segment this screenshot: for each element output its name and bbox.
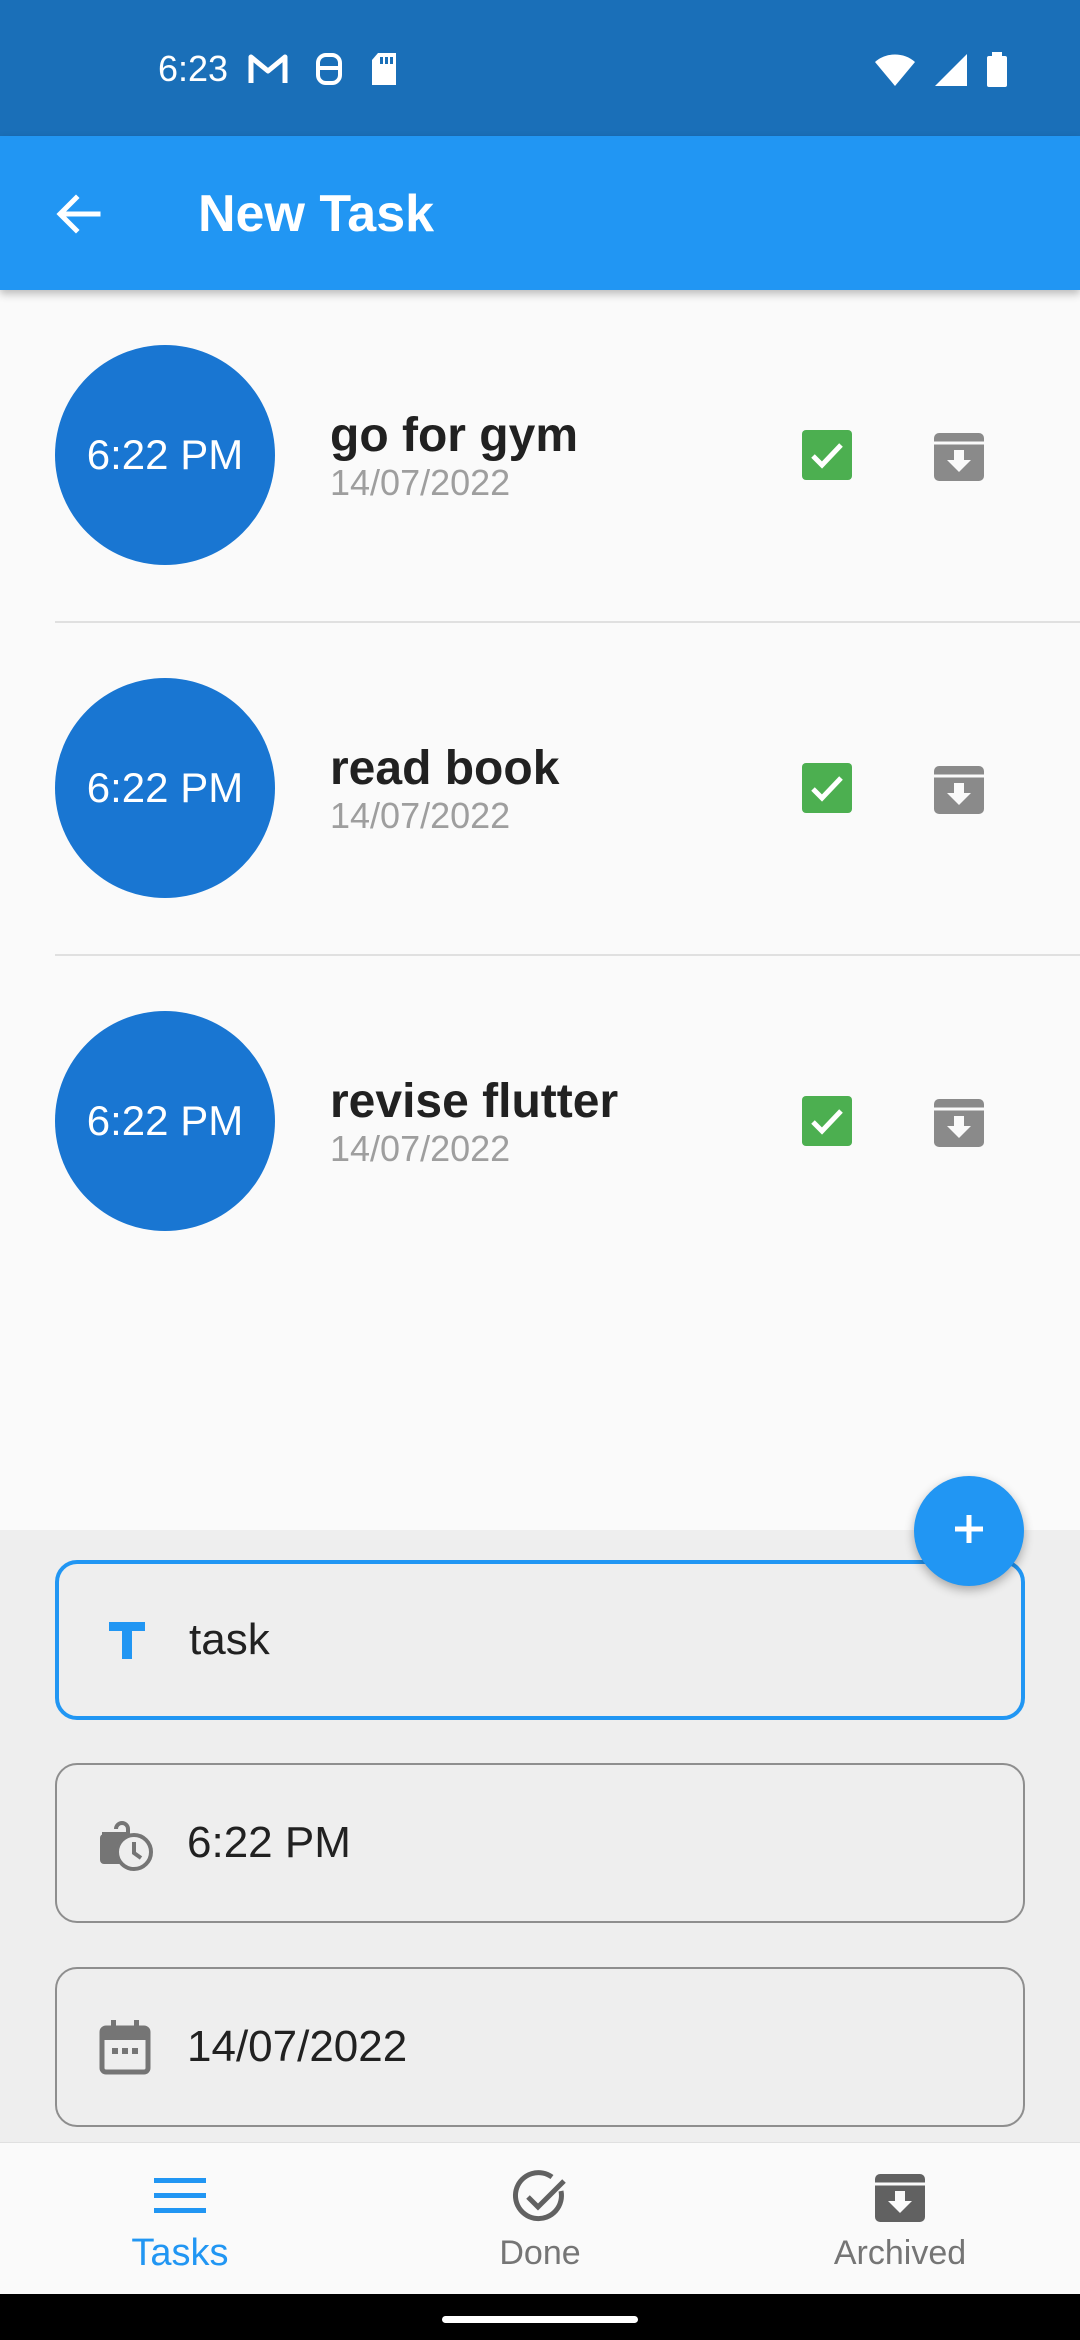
task-time-badge: 6:22 PM <box>55 1011 275 1231</box>
task-item[interactable]: 6:22 PM read book 14/07/2022 <box>0 623 1080 956</box>
task-item[interactable]: 6:22 PM revise flutter 14/07/2022 <box>0 956 1080 1289</box>
gmail-icon <box>248 53 288 90</box>
task-date-field[interactable]: 14/07/2022 <box>55 1967 1025 2127</box>
task-item[interactable]: 6:22 PM go for gym 14/07/2022 <box>0 290 1080 623</box>
nav-tab-tasks[interactable]: Tasks <box>0 2143 360 2295</box>
task-title-input[interactable]: task <box>189 1615 270 1665</box>
task-title: revise flutter <box>330 1075 619 1128</box>
wifi-icon <box>874 53 916 92</box>
archive-icon[interactable] <box>932 763 986 817</box>
check-box-icon[interactable] <box>802 1096 852 1146</box>
status-system-icons <box>874 52 1008 93</box>
title-icon <box>97 1610 157 1670</box>
add-task-button[interactable] <box>914 1476 1024 1586</box>
archive-icon[interactable] <box>932 1096 986 1150</box>
status-bar: 6:23 <box>0 0 1080 136</box>
app-bar: New Task <box>0 136 1080 290</box>
task-time-badge: 6:22 PM <box>55 345 275 565</box>
nav-label-tasks: Tasks <box>131 2231 229 2274</box>
archive-icon <box>868 2166 932 2230</box>
arrow-back-icon[interactable] <box>52 188 104 240</box>
battery-icon <box>986 52 1008 93</box>
task-date: 14/07/2022 <box>330 1128 511 1169</box>
task-list: 6:22 PM go for gym 14/07/2022 6:22 PM re… <box>0 290 1080 1289</box>
calendar-icon <box>95 2017 155 2077</box>
nav-label-archived: Archived <box>833 2233 967 2272</box>
task-title: read book <box>330 742 560 795</box>
task-date-input[interactable]: 14/07/2022 <box>187 2022 407 2072</box>
clock-icon <box>95 1813 155 1873</box>
accessibility-icon <box>314 52 344 91</box>
check-box-icon[interactable] <box>802 763 852 813</box>
new-task-sheet: task 6:22 PM 14/07/2022 <box>0 1530 1080 2142</box>
task-date: 14/07/2022 <box>330 462 511 503</box>
bottom-navigation: Tasks Done Archived <box>0 2142 1080 2294</box>
page-title: New Task <box>198 185 435 243</box>
nav-label-done: Done <box>499 2233 581 2272</box>
gesture-navigation-bar <box>0 2294 1080 2340</box>
status-notification-icons <box>248 52 398 91</box>
check-circle-icon <box>508 2166 572 2230</box>
check-box-icon[interactable] <box>802 430 852 480</box>
archive-icon[interactable] <box>932 430 986 484</box>
status-time: 6:23 <box>158 48 229 89</box>
task-title-field[interactable]: task <box>55 1560 1025 1720</box>
task-time-badge: 6:22 PM <box>55 678 275 898</box>
nav-tab-archived[interactable]: Archived <box>720 2143 1080 2295</box>
task-time-input[interactable]: 6:22 PM <box>187 1818 351 1868</box>
task-date: 14/07/2022 <box>330 795 511 836</box>
add-icon <box>951 1511 987 1552</box>
nav-tab-done[interactable]: Done <box>360 2143 720 2295</box>
signal-icon <box>934 53 968 92</box>
task-title: go for gym <box>330 409 578 462</box>
menu-icon <box>148 2164 212 2228</box>
sd-card-icon <box>370 52 398 91</box>
task-time-field[interactable]: 6:22 PM <box>55 1763 1025 1923</box>
home-handle[interactable] <box>442 2316 638 2323</box>
